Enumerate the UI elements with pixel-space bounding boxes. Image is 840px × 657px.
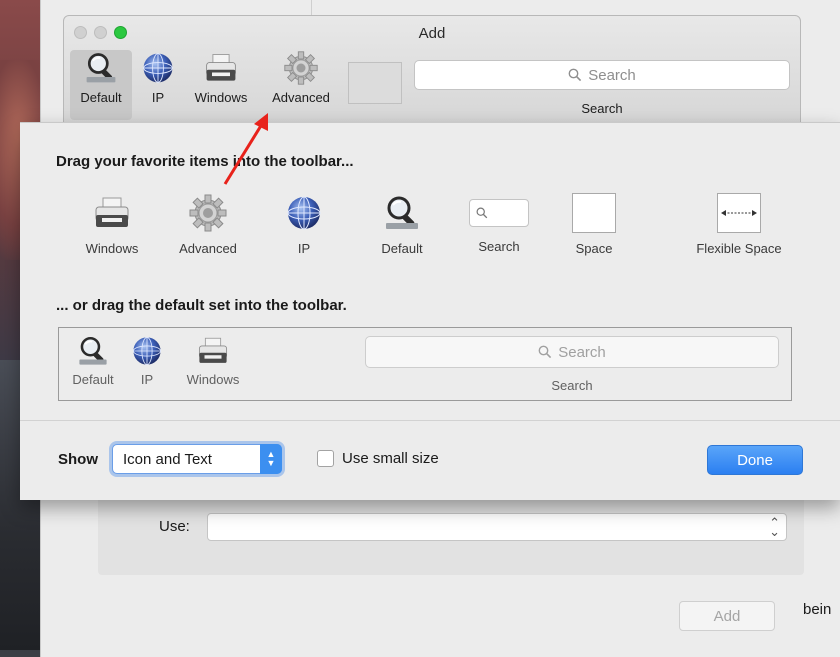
default-set-search-field: Search xyxy=(365,336,779,368)
default-set-preview[interactable]: Default IP Windows Search Search xyxy=(58,327,792,401)
default-set-item-label: Windows xyxy=(186,372,240,387)
toolbar-item-default[interactable]: Default xyxy=(70,50,132,120)
show-popup-value: Icon and Text xyxy=(123,450,212,468)
magnifier-icon xyxy=(382,193,422,233)
magnifier-icon xyxy=(83,50,119,86)
palette-item-label: Search xyxy=(478,239,520,254)
toolbar-search-label: Search xyxy=(581,101,623,116)
palette-item-search[interactable]: Search xyxy=(466,193,532,254)
palette-item-label: Default xyxy=(381,241,423,256)
use-popup[interactable]: ⌃ ⌄ xyxy=(207,513,787,541)
printer-icon xyxy=(92,193,132,233)
customize-toolbar-sheet: Drag your favorite items into the toolba… xyxy=(20,122,840,500)
add-window-toolbar: Add Default IP Windows Advanced Search S… xyxy=(63,15,801,127)
toolbar-item-label: Default xyxy=(80,90,122,105)
gear-icon xyxy=(188,193,228,233)
toolbar-item-advanced[interactable]: Advanced xyxy=(262,50,340,120)
globe-icon xyxy=(130,334,164,368)
default-set-item-label: Default xyxy=(72,372,114,387)
flexible-space-icon xyxy=(717,193,761,233)
default-set-item-label: IP xyxy=(140,372,154,387)
toolbar-item-ip[interactable]: IP xyxy=(138,50,178,120)
trailing-text: bein xyxy=(803,601,832,618)
default-set-item-windows: Windows xyxy=(173,334,253,387)
search-field-icon xyxy=(469,199,529,227)
palette-item-ip[interactable]: IP xyxy=(284,193,324,256)
toolbar-search-field[interactable]: Search xyxy=(414,60,790,90)
palette-item-label: Space xyxy=(575,241,613,256)
printer-icon xyxy=(196,334,230,368)
search-icon xyxy=(568,68,582,82)
toolbar-item-windows[interactable]: Windows xyxy=(188,50,254,120)
palette-item-advanced[interactable]: Advanced xyxy=(170,193,246,256)
updown-chevron-icon: ▲ ▼ xyxy=(260,444,282,474)
add-button[interactable]: Add xyxy=(679,601,775,631)
window-title: Add xyxy=(418,25,446,42)
toolbar-item-label: Windows xyxy=(194,90,248,105)
search-placeholder: Search xyxy=(558,343,606,361)
double-arrow-icon xyxy=(721,210,757,216)
palette-item-default[interactable]: Default xyxy=(372,193,432,256)
palette-heading: Drag your favorite items into the toolba… xyxy=(56,153,354,170)
globe-icon xyxy=(284,193,324,233)
toolbar-item-label: Advanced xyxy=(272,90,330,105)
search-icon xyxy=(476,207,488,219)
use-label: Use: xyxy=(159,518,190,535)
space-icon xyxy=(572,193,616,233)
default-set-heading: ... or drag the default set into the too… xyxy=(56,297,347,314)
toolbar-item-label: IP xyxy=(151,90,165,105)
globe-icon xyxy=(140,50,176,86)
toolbar-space-item xyxy=(348,62,402,104)
palette-item-label: Flexible Space xyxy=(696,241,782,256)
palette-item-space[interactable]: Space xyxy=(568,193,620,256)
palette-item-windows[interactable]: Windows xyxy=(78,193,146,256)
use-small-size-label[interactable]: Use small size xyxy=(342,450,439,467)
search-icon xyxy=(538,345,552,359)
palette-item-label: IP xyxy=(297,241,311,256)
show-label: Show xyxy=(58,451,98,468)
default-set-search-label: Search xyxy=(551,378,593,393)
search-placeholder: Search xyxy=(588,66,636,84)
printer-icon xyxy=(203,50,239,86)
sheet-divider xyxy=(20,420,840,421)
use-small-size-checkbox[interactable] xyxy=(317,450,334,467)
show-popup[interactable]: Icon and Text ▲ ▼ xyxy=(112,444,282,474)
updown-chevron-icon: ⌃ ⌄ xyxy=(769,515,780,539)
default-set-item-default: Default xyxy=(65,334,121,387)
palette-item-label: Windows xyxy=(85,241,139,256)
default-set-item-ip: IP xyxy=(129,334,165,387)
palette-item-flexible-space[interactable]: Flexible Space xyxy=(684,193,794,256)
done-button[interactable]: Done xyxy=(707,445,803,475)
palette-item-label: Advanced xyxy=(179,241,237,256)
gear-icon xyxy=(283,50,319,86)
magnifier-icon xyxy=(76,334,110,368)
